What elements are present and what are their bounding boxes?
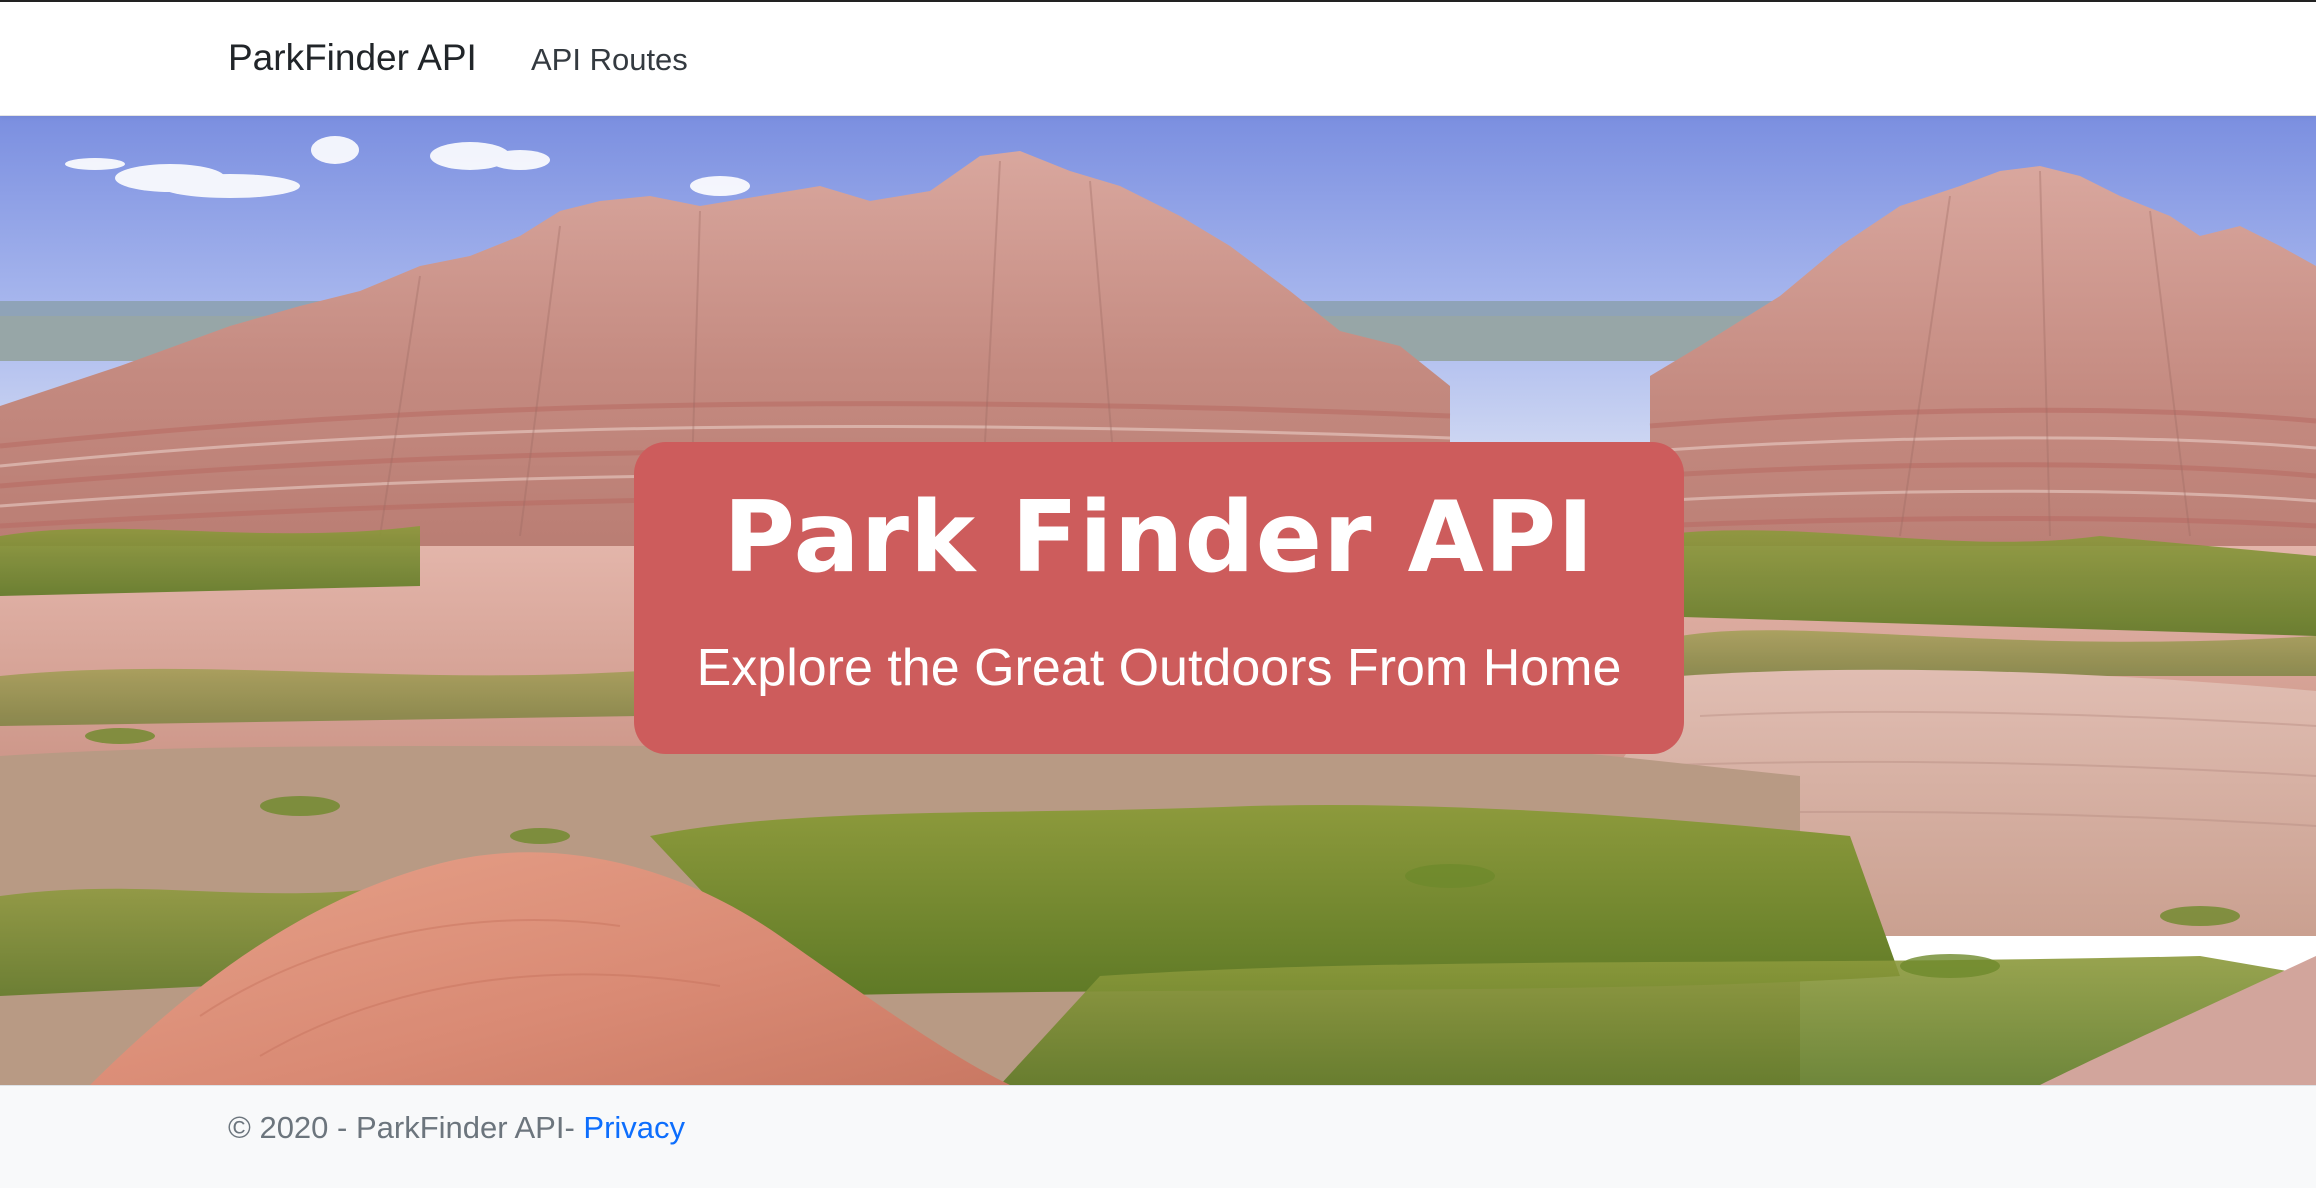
footer-text: © 2020 - ParkFinder API- Privacy <box>228 1108 685 1148</box>
page-footer: © 2020 - ParkFinder API- Privacy <box>0 1085 2316 1188</box>
hero-section: Park Finder API Explore the Great Outdoo… <box>0 116 2316 1085</box>
privacy-link[interactable]: Privacy <box>583 1110 685 1145</box>
hero-card: Park Finder API Explore the Great Outdoo… <box>634 442 1684 754</box>
brand-link[interactable]: ParkFinder API <box>228 36 477 80</box>
footer-copyright: © 2020 - ParkFinder API- <box>228 1110 584 1145</box>
hero-subtitle: Explore the Great Outdoors From Home <box>696 639 1622 697</box>
nav-link-api-routes[interactable]: API Routes <box>531 40 688 80</box>
hero-title: Park Finder API <box>723 481 1595 595</box>
top-navbar: ParkFinder API API Routes <box>0 0 2316 116</box>
